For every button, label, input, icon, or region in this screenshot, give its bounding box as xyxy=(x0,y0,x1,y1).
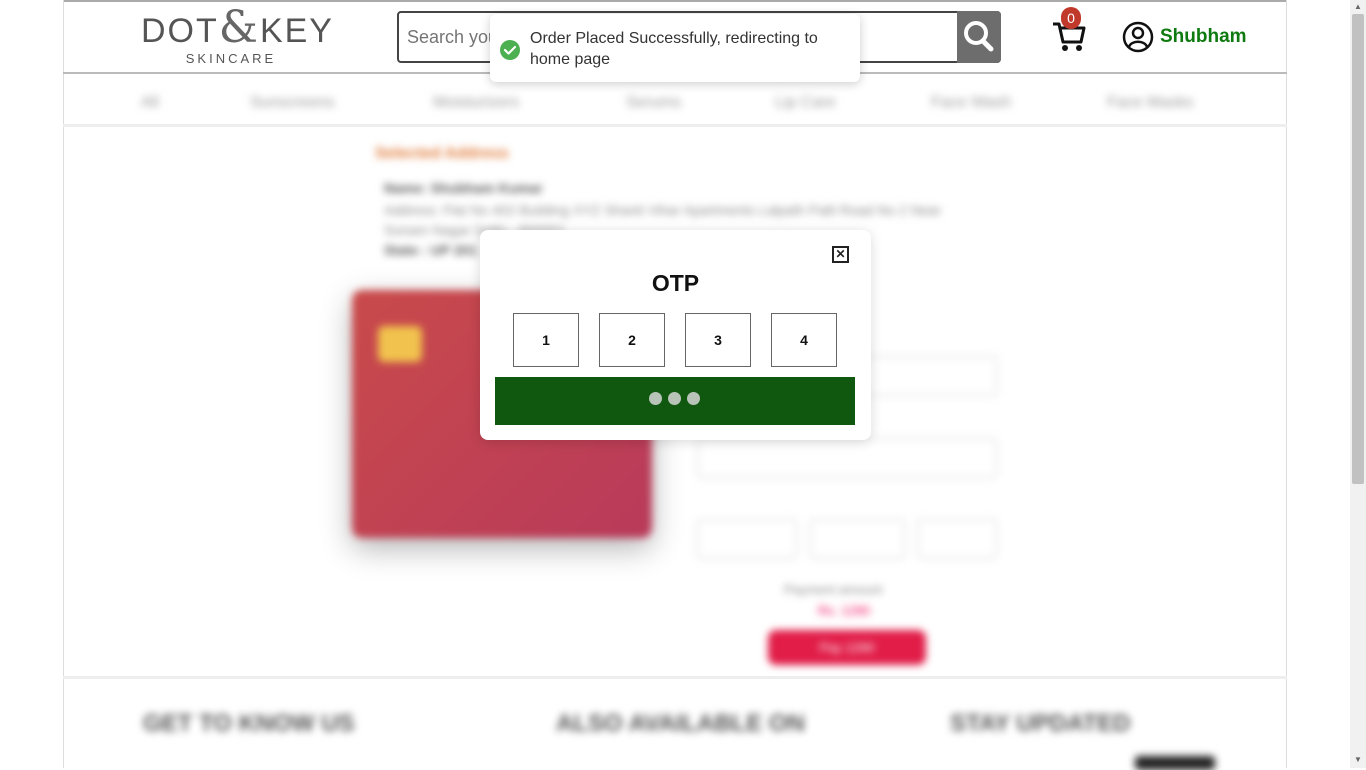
search-icon xyxy=(964,21,994,52)
nav-item-sunscreens[interactable]: Sunscreens xyxy=(250,94,335,112)
logo-amp: & xyxy=(218,2,260,53)
card-holder-field[interactable] xyxy=(697,438,997,478)
expiry-year-field[interactable] xyxy=(810,519,905,559)
nav-item-serums[interactable]: Serums xyxy=(626,94,681,112)
nav-item-face-wash[interactable]: Face Wash xyxy=(931,94,1011,112)
card-chip-icon xyxy=(378,326,422,362)
otp-digit-3[interactable]: 3 xyxy=(685,313,751,367)
check-circle-icon xyxy=(500,40,520,60)
pay-button-label: Pay 1290 xyxy=(819,640,875,655)
toast-message: Order Placed Successfully, redirecting t… xyxy=(530,30,818,68)
address-state: State : UP 201 xyxy=(384,242,478,258)
category-nav: All Sunscreens Moisturizers Serums Lip C… xyxy=(63,90,1287,120)
otp-modal: ✕ OTP 1 2 3 4 xyxy=(480,230,871,440)
search-button[interactable] xyxy=(957,11,1001,63)
scroll-down-arrow-icon[interactable]: ▼ xyxy=(1350,752,1366,768)
footer-know-us: GET TO KNOW US xyxy=(143,710,355,737)
loading-dot-3 xyxy=(687,392,700,405)
nav-item-face-masks[interactable]: Face Masks xyxy=(1107,94,1193,112)
payment-amount-label: Payment amount xyxy=(784,582,883,597)
otp-digit-4[interactable]: 4 xyxy=(771,313,837,367)
brand-logo[interactable]: DOT&KEY SKINCARE xyxy=(141,6,332,70)
logo-key: KEY xyxy=(259,12,334,50)
otp-digit-2[interactable]: 2 xyxy=(599,313,665,367)
address-name: Name: Shubham Kumar xyxy=(384,180,543,196)
user-name: Shubham xyxy=(1160,26,1247,47)
footer-stay-updated: STAY UPDATED xyxy=(950,710,1131,737)
expiry-month-field[interactable] xyxy=(697,519,797,559)
cvv-field[interactable] xyxy=(917,519,997,559)
nav-item-moisturizers[interactable]: Moisturizers xyxy=(433,94,519,112)
logo-dot: DOT xyxy=(141,12,219,50)
logo-wordmark: DOT&KEY xyxy=(141,6,332,51)
close-icon[interactable]: ✕ xyxy=(832,246,849,263)
footer-available-on: ALSO AVAILABLE ON xyxy=(556,710,805,737)
nav-item-lip-care[interactable]: Lip Care xyxy=(775,94,835,112)
success-toast: Order Placed Successfully, redirecting t… xyxy=(490,14,860,82)
scroll-up-arrow-icon[interactable]: ▲ xyxy=(1350,0,1366,14)
otp-digit-1[interactable]: 1 xyxy=(513,313,579,367)
pay-button[interactable]: Pay 1290 xyxy=(768,630,926,665)
selected-address-title: Selected Address xyxy=(375,145,509,162)
payment-amount-value: Rs. 1290 xyxy=(818,603,871,618)
user-menu[interactable]: Shubham xyxy=(1122,20,1247,54)
nav-item-all[interactable]: All xyxy=(141,94,159,112)
scrollbar-thumb[interactable] xyxy=(1352,14,1364,484)
loading-dot-1 xyxy=(649,392,662,405)
loading-dot-2 xyxy=(668,392,681,405)
logo-subtitle: SKINCARE xyxy=(185,51,277,66)
cart-count-badge: 0 xyxy=(1061,7,1081,29)
modal-title: OTP xyxy=(651,270,700,296)
user-account-icon xyxy=(1122,21,1154,53)
